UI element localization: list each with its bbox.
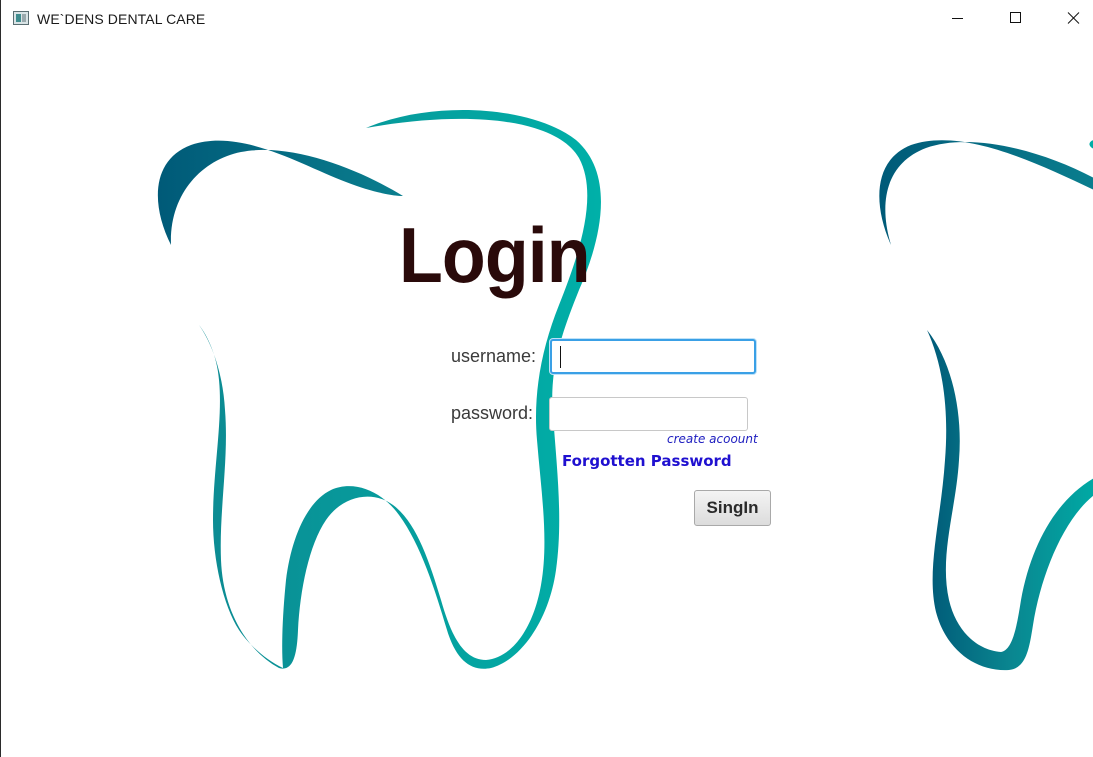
tooth-logo-left <box>157 109 601 669</box>
tooth-crown-right-stroke <box>879 140 1093 245</box>
tooth-logo-background <box>157 109 1093 671</box>
text-caret <box>560 346 561 368</box>
login-heading: Login <box>399 211 591 299</box>
username-input[interactable] <box>550 339 756 374</box>
maximize-icon <box>1010 12 1021 23</box>
window-title: WE`DENS DENTAL CARE <box>37 11 206 27</box>
tooth-crown-left-stroke <box>157 140 403 245</box>
title-bar[interactable]: WE`DENS DENTAL CARE <box>1 0 1093 37</box>
signin-button[interactable]: SingIn <box>694 490 771 526</box>
password-label: password: <box>451 403 534 423</box>
maximize-button[interactable] <box>986 0 1044 37</box>
app-window-icon <box>13 11 29 25</box>
username-label: username: <box>451 346 537 366</box>
tooth-tip-right <box>1089 140 1093 149</box>
minimize-button[interactable] <box>928 0 986 37</box>
close-icon <box>1067 12 1080 24</box>
tooth-logo-right <box>879 140 1093 671</box>
forgotten-password-link[interactable]: Forgotten Password <box>562 452 732 470</box>
create-account-link[interactable]: create acoount <box>667 432 758 446</box>
minimize-icon <box>952 18 963 19</box>
tooth-body-left-stroke <box>199 109 601 669</box>
tooth-body-right-stroke <box>927 330 1093 671</box>
close-button[interactable] <box>1044 0 1093 37</box>
password-input[interactable] <box>549 397 748 431</box>
app-window: WE`DENS DENTAL CARE Login username: pass… <box>0 0 1093 757</box>
